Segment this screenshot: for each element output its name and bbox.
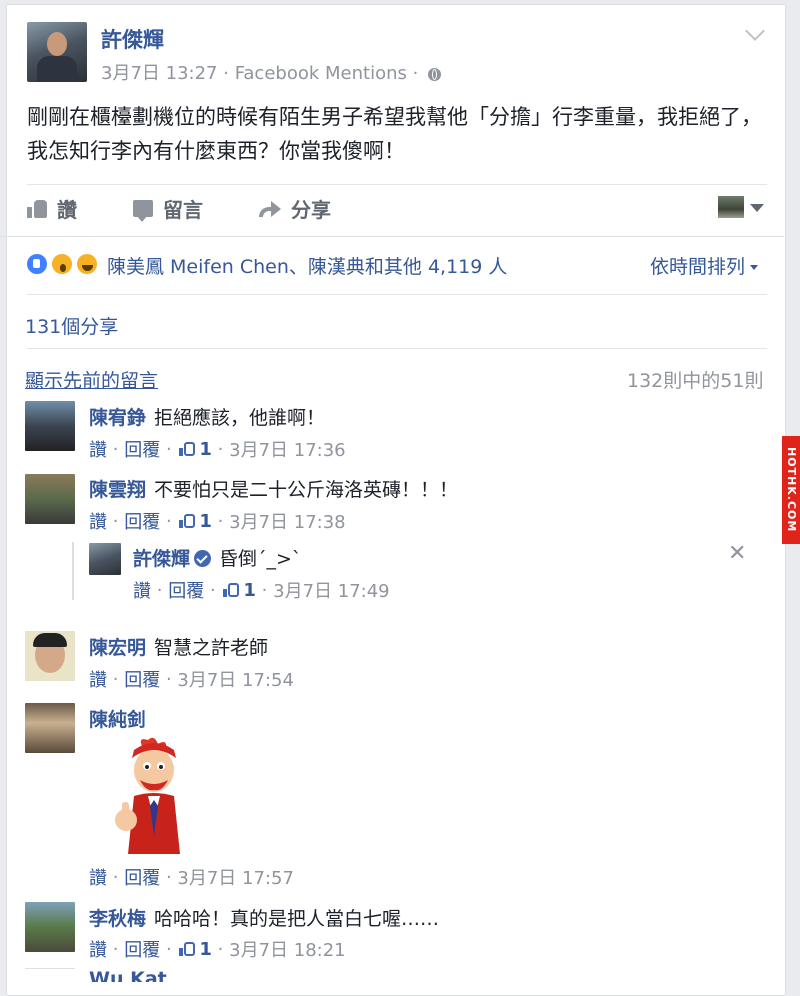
divider: [25, 968, 75, 969]
comment-author[interactable]: 許傑輝 昏倒´_>`: [133, 544, 301, 571]
comment-time[interactable]: 3月7日 17:36: [229, 436, 346, 462]
comment-meta: 讚 · 回覆 · 1 · 3月7日 17:36: [89, 436, 346, 462]
comment-reply-link[interactable]: 回覆: [124, 864, 160, 890]
share-button[interactable]: 分享: [259, 194, 331, 223]
thumbs-up-icon: [179, 514, 196, 528]
wow-reaction-icon[interactable]: [50, 252, 74, 276]
comment-text: 昏倒´_>`: [219, 548, 302, 570]
comment-like-count[interactable]: 1: [199, 439, 212, 460]
comment-like-link[interactable]: 讚: [89, 508, 107, 534]
reply-thread-line: [72, 542, 74, 600]
avatar[interactable]: [25, 902, 75, 952]
comment-time[interactable]: 3月7日 17:49: [273, 577, 390, 603]
reactions-summary[interactable]: 陳美鳳 Meifen Chen、陳漢典和其他 4,119 人: [107, 252, 507, 279]
comment-like-link[interactable]: 讚: [133, 577, 151, 603]
comment-like-link[interactable]: 讚: [89, 436, 107, 462]
caret-down-icon: [750, 265, 759, 270]
divider: [0, 236, 784, 237]
audience-thumbnail[interactable]: [718, 196, 744, 218]
thumbs-up-icon: [179, 442, 196, 456]
share-arrow-icon: [259, 200, 281, 217]
thumbs-up-icon: [179, 942, 196, 956]
comment-meta: 讚 · 回覆 · 3月7日 17:54: [89, 666, 294, 692]
verified-badge-icon: [194, 550, 212, 567]
comment-reply-link[interactable]: 回覆: [168, 577, 204, 603]
comment-author[interactable]: 陳純釗: [89, 705, 146, 732]
comment-author[interactable]: 李秋梅 哈哈哈！真的是把人當白七喔……: [89, 904, 439, 931]
comment-reply-link[interactable]: 回覆: [124, 508, 160, 534]
comment-time[interactable]: 3月7日 18:21: [229, 936, 346, 962]
comment-like-link[interactable]: 讚: [89, 864, 107, 890]
comment-meta: 讚 · 回覆 · 1 · 3月7日 17:38: [89, 508, 346, 534]
author-avatar[interactable]: [27, 22, 87, 82]
comment-time[interactable]: 3月7日 17:38: [229, 508, 346, 534]
comment-like-count[interactable]: 1: [199, 939, 212, 960]
post-source[interactable]: Facebook Mentions: [235, 63, 407, 84]
comment-text: 拒絕應該，他誰啊！: [154, 407, 326, 429]
divider: [27, 294, 767, 295]
comment-button[interactable]: 留言: [133, 194, 203, 223]
shares-link[interactable]: 131個分享: [25, 312, 118, 339]
avatar[interactable]: [89, 543, 121, 575]
comment-time[interactable]: 3月7日 17:57: [177, 864, 294, 890]
post-text: 剛剛在櫃檯劃機位的時候有陌生男子希望我幫他「分擔」行李重量，我拒絕了，我怎知行李…: [27, 105, 762, 163]
comment-icon: [133, 200, 153, 222]
thumbs-up-icon: [27, 199, 47, 218]
comment-meta: 讚 · 回覆 · 3月7日 17:57: [89, 864, 294, 890]
divider: [27, 348, 767, 349]
comment-reply-link[interactable]: 回覆: [124, 666, 160, 692]
divider: [27, 184, 767, 185]
comment-reply-link[interactable]: 回覆: [124, 936, 160, 962]
comment-meta: 讚 · 回覆 · 1 · 3月7日 18:21: [89, 936, 346, 962]
avatar[interactable]: [25, 631, 75, 681]
comment-like-link[interactable]: 讚: [89, 666, 107, 692]
like-button[interactable]: 讚: [27, 194, 77, 223]
comment-reply-link[interactable]: 回覆: [124, 436, 160, 462]
haha-reaction-icon[interactable]: [75, 252, 99, 276]
thumbs-up-icon: [223, 583, 240, 597]
comment-author[interactable]: 陳宥錚 拒絕應該，他誰啊！: [89, 403, 325, 430]
like-reaction-icon[interactable]: [25, 252, 49, 276]
comment-time[interactable]: 3月7日 17:54: [177, 666, 294, 692]
post-meta: 3月7日 13:27 · Facebook Mentions ·: [101, 59, 442, 85]
avatar[interactable]: [25, 703, 75, 753]
comment-like-link[interactable]: 讚: [89, 936, 107, 962]
comment-like-count[interactable]: 1: [243, 580, 256, 601]
comment-author[interactable]: 陳雲翔 不要怕只是二十公斤海洛英磚！！！: [89, 475, 458, 502]
comment-author[interactable]: 陳宏明 智慧之許老師: [89, 633, 268, 660]
comment-count: 132則中的51則: [627, 370, 764, 392]
watermark: HOTHK.COM: [782, 436, 800, 544]
comment-meta: 讚 · 回覆 · 1 · 3月7日 17:49: [133, 577, 390, 603]
globe-icon: [428, 67, 442, 81]
comment-text: 不要怕只是二十公斤海洛英磚！！！: [154, 479, 459, 501]
avatar[interactable]: [25, 401, 75, 451]
post-author[interactable]: 許傑輝: [101, 24, 164, 54]
comment-text: 智慧之許老師: [154, 637, 269, 659]
sort-dropdown[interactable]: 依時間排列: [650, 252, 759, 279]
comment-like-count[interactable]: 1: [199, 511, 212, 532]
close-icon[interactable]: ✕: [728, 541, 746, 566]
comment-text: 哈哈哈！真的是把人當白七喔……: [154, 908, 440, 930]
post-date[interactable]: 3月7日 13:27: [101, 63, 218, 84]
caret-down-icon[interactable]: [750, 204, 764, 212]
comment-author[interactable]: Wu Kat: [89, 968, 167, 982]
avatar[interactable]: [25, 474, 75, 524]
sticker-image[interactable]: [114, 736, 194, 856]
view-previous-comments[interactable]: 顯示先前的留言: [25, 366, 158, 393]
